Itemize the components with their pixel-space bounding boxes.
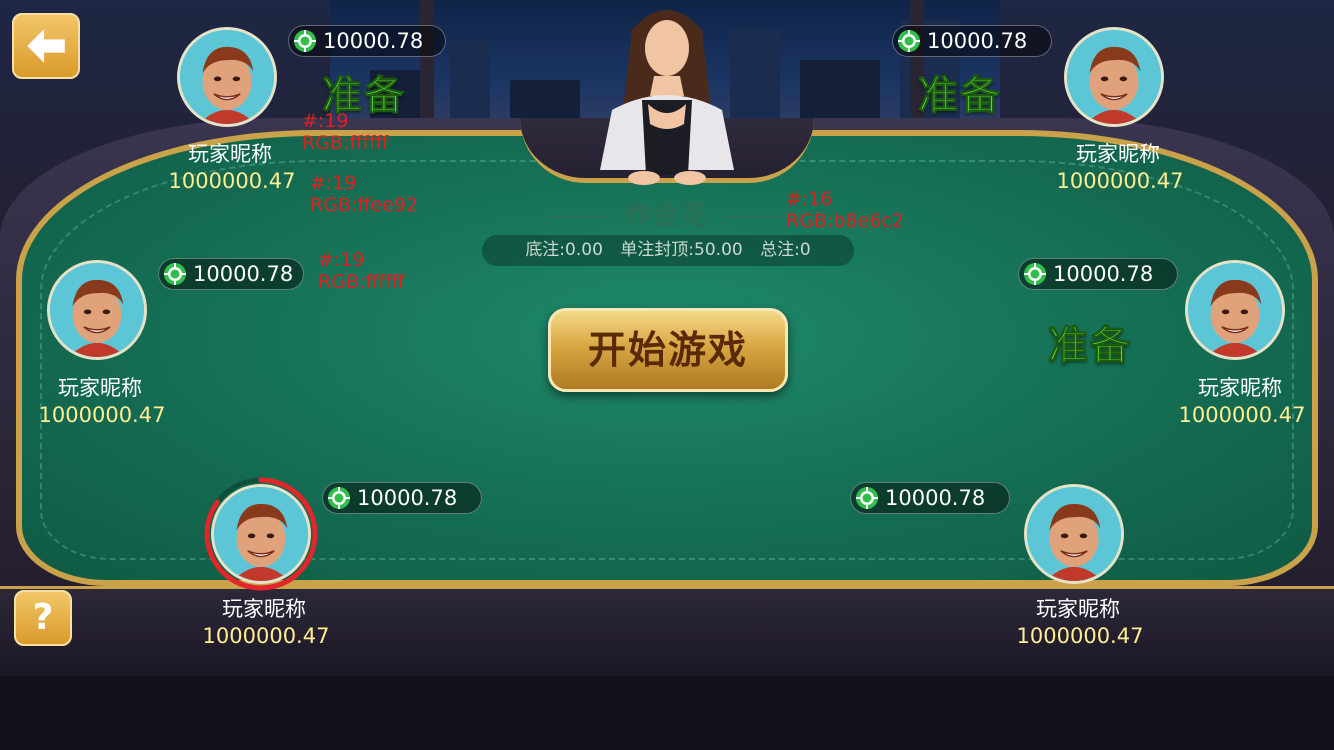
player-balance: 1000000.47 [1178, 403, 1306, 427]
player-avatar[interactable] [1024, 484, 1124, 584]
player-name: 玩家昵称 [1076, 142, 1160, 166]
player-name: 玩家昵称 [1198, 376, 1282, 400]
ready-status: 准备 [918, 73, 1002, 120]
start-game-button[interactable]: 开始游戏 [548, 308, 788, 392]
chip-icon [1023, 262, 1047, 286]
spec-annotation: #:16 RGB:b8e6c2 [786, 188, 904, 232]
floor [0, 676, 1334, 750]
dealer-figure [592, 0, 742, 192]
player-balance: 1000000.47 [168, 169, 296, 193]
player-avatar[interactable] [1185, 260, 1285, 360]
total-bet: 总注:0 [760, 240, 811, 260]
player-chips: 10000.78 [288, 25, 446, 57]
player-chips: 10000.78 [1018, 258, 1178, 290]
chip-icon [897, 29, 921, 53]
player-balance: 1000000.47 [202, 624, 330, 648]
player-chips: 10000.78 [850, 482, 1010, 514]
help-button[interactable]: ? [14, 590, 72, 646]
player-name: 玩家昵称 [188, 142, 272, 166]
bet-cap: 单注封顶:50.00 [620, 240, 743, 260]
game-title: 炸金花 [624, 201, 709, 231]
player-avatar[interactable] [177, 27, 277, 127]
player-balance: 1000000.47 [1016, 624, 1144, 648]
player-balance: 1000000.47 [1056, 169, 1184, 193]
player-chips: 10000.78 [322, 482, 482, 514]
chip-icon [293, 29, 317, 53]
bet-info-bar: 底注:0.00 单注封顶:50.00 总注:0 [482, 235, 854, 266]
player-avatar[interactable] [211, 484, 311, 584]
spec-annotation: #:19 RGB:ffffff [318, 249, 405, 293]
chip-icon [327, 486, 351, 510]
player-balance: 1000000.47 [38, 403, 166, 427]
base-bet: 底注:0.00 [525, 240, 603, 260]
game-table-screen: 炸金花 底注:0.00 单注封顶:50.00 总注:0 开始游戏 ? 10000… [0, 0, 1334, 750]
back-button[interactable] [12, 13, 80, 79]
player-name: 玩家昵称 [1036, 597, 1120, 621]
player-name: 玩家昵称 [58, 376, 142, 400]
player-chips: 10000.78 [892, 25, 1052, 57]
player-chips: 10000.78 [158, 258, 304, 290]
chip-icon [855, 486, 879, 510]
player-avatar[interactable] [47, 260, 147, 360]
ready-status: 准备 [1048, 323, 1132, 370]
spec-annotation: #:19 RGB:ffee92 [310, 172, 419, 216]
spec-annotation: #:19 RGB:ffffff [302, 110, 389, 154]
player-name: 玩家昵称 [222, 597, 306, 621]
player-avatar[interactable] [1064, 27, 1164, 127]
back-arrow-icon [27, 29, 65, 63]
chip-icon [163, 262, 187, 286]
